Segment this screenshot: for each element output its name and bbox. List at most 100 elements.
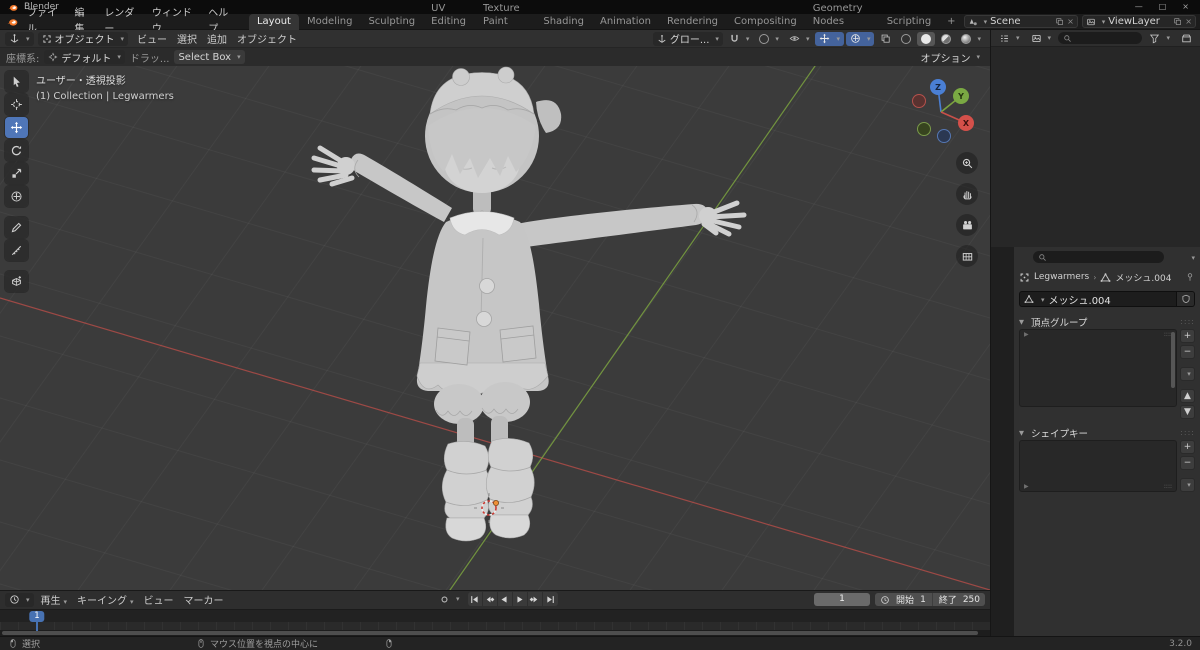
timeline-menu-3[interactable]: マーカー	[179, 592, 229, 607]
viewport-menu-3[interactable]: オブジェクト	[232, 31, 302, 46]
workspace-tab-uv-editing[interactable]: UV Editing	[423, 1, 475, 30]
end-frame-field[interactable]: 250	[963, 595, 980, 605]
auto-keying-button[interactable]	[435, 592, 464, 606]
outliner-filter-button[interactable]	[1145, 31, 1174, 45]
jump-to-end-button[interactable]	[543, 592, 558, 606]
tool-tweak-select-button[interactable]	[5, 71, 28, 92]
shape-key-specials-button[interactable]	[1180, 478, 1195, 492]
shading-solid-button[interactable]	[917, 31, 936, 46]
move-group-down-button[interactable]: ▼	[1180, 405, 1195, 419]
overlays-button[interactable]	[845, 31, 875, 46]
remove-viewlayer-icon[interactable]: ×	[1185, 17, 1192, 26]
scene-dropdown[interactable]	[981, 16, 988, 27]
minimize-button[interactable]: —	[1135, 0, 1143, 14]
workspace-tab-compositing[interactable]: Compositing	[726, 14, 805, 30]
mesh-name-field[interactable]: メッシュ.004	[1019, 291, 1177, 307]
xray-toggle[interactable]	[876, 32, 895, 46]
new-viewlayer-icon[interactable]	[1173, 17, 1182, 26]
maximize-button[interactable]: □	[1159, 0, 1167, 14]
new-collection-button[interactable]	[1177, 31, 1196, 45]
playhead[interactable]	[36, 622, 38, 631]
add-vertex-group-button[interactable]: +	[1180, 329, 1195, 343]
select-mode-dropdown[interactable]: Select Box	[174, 50, 245, 64]
prev-keyframe-button[interactable]	[483, 592, 498, 606]
proportional-editing-button[interactable]	[755, 32, 783, 46]
viewport-menu-2[interactable]: 追加	[202, 31, 232, 46]
perspective-toggle-button[interactable]	[956, 245, 978, 267]
outliner-search-input[interactable]	[1058, 32, 1143, 44]
viewport-menu-1[interactable]: 選択	[172, 31, 202, 46]
unlink-scene-icon[interactable]: ×	[1067, 17, 1074, 26]
workspace-tab-shading[interactable]: Shading	[535, 14, 592, 30]
vertex-groups-panel-header[interactable]: ▼ 頂点グループ ::::	[1019, 314, 1195, 329]
start-frame-field[interactable]: 1	[920, 595, 926, 605]
zoom-button[interactable]	[956, 152, 978, 174]
orientation-default-dropdown[interactable]: デフォルト	[44, 50, 125, 65]
breadcrumb-data[interactable]: メッシュ.004	[1115, 271, 1171, 284]
timeline-scrollbar[interactable]	[0, 630, 990, 636]
workspace-tab-animation[interactable]: Animation	[592, 14, 659, 30]
shape-keys-panel-header[interactable]: ▼ シェイプキー ::::	[1019, 425, 1195, 440]
navigation-gizmo[interactable]: Z Y X	[910, 74, 980, 147]
blender-menu-icon[interactable]	[6, 16, 19, 28]
snapping-button[interactable]	[725, 32, 754, 46]
tool-measure-button[interactable]	[5, 240, 28, 261]
editor-type-button[interactable]	[5, 31, 34, 46]
fake-user-button[interactable]	[1177, 291, 1195, 307]
play-reverse-button[interactable]	[498, 592, 513, 606]
viewlayer-selector[interactable]: ViewLayer ×	[1081, 15, 1196, 28]
workspace-tab-rendering[interactable]: Rendering	[659, 14, 726, 30]
workspace-tab-modeling[interactable]: Modeling	[299, 14, 361, 30]
play-button[interactable]	[513, 592, 528, 606]
view-object-types-button[interactable]	[785, 32, 814, 46]
options-button[interactable]: オプション	[916, 50, 984, 65]
scene-selector[interactable]: Scene ×	[963, 15, 1078, 28]
mode-selector[interactable]: オブジェクト	[37, 31, 129, 46]
workspace-tab-texture-paint[interactable]: Texture Paint	[475, 1, 535, 30]
pan-button[interactable]	[956, 183, 978, 205]
jump-to-start-button[interactable]	[468, 592, 483, 606]
move-group-up-button[interactable]: ▲	[1180, 389, 1195, 403]
outliner-display-mode-button[interactable]	[995, 31, 1024, 45]
camera-view-button[interactable]	[956, 214, 978, 236]
workspace-tab-geometry-nodes[interactable]: Geometry Nodes	[805, 1, 879, 30]
timeline-editor-type-button[interactable]	[5, 592, 34, 607]
outliner-filter-id-button[interactable]	[1027, 31, 1056, 45]
timeline-ruler[interactable]: 1	[0, 608, 990, 623]
add-workspace-button[interactable]: +	[939, 14, 963, 30]
timeline-channels[interactable]	[0, 622, 990, 630]
remove-vertex-group-button[interactable]: −	[1180, 345, 1195, 359]
next-keyframe-button[interactable]	[528, 592, 543, 606]
new-scene-icon[interactable]	[1055, 17, 1064, 26]
timeline-menu-1[interactable]: キーイング	[72, 592, 139, 607]
shading-material-button[interactable]	[937, 32, 955, 46]
vertex-group-specials-button[interactable]	[1180, 367, 1195, 381]
tool-transform-button[interactable]	[5, 186, 28, 207]
tool-move-button[interactable]	[5, 117, 28, 138]
tool-rotate-button[interactable]	[5, 140, 28, 161]
mesh-browse-dropdown[interactable]	[1038, 294, 1045, 305]
gizmos-button[interactable]	[815, 31, 844, 46]
add-shape-key-button[interactable]: +	[1180, 440, 1195, 454]
breadcrumb-object[interactable]: Legwarmers	[1034, 272, 1089, 282]
workspace-tab-layout[interactable]: Layout	[248, 13, 299, 30]
viewlayer-dropdown[interactable]	[1099, 16, 1106, 27]
workspace-tab-sculpting[interactable]: Sculpting	[360, 14, 423, 30]
vertex-groups-scrollbar[interactable]	[1171, 332, 1175, 388]
timeline-menu-2[interactable]: ビュー	[139, 592, 179, 607]
pin-icon[interactable]	[1185, 272, 1195, 282]
current-frame-field[interactable]: 1	[814, 593, 871, 607]
current-frame-badge[interactable]: 1	[29, 610, 45, 622]
remove-shape-key-button[interactable]: −	[1180, 456, 1195, 470]
properties-options-dropdown[interactable]	[1188, 252, 1195, 263]
viewport-menu-0[interactable]: ビュー	[132, 31, 172, 46]
tool-annotate-button[interactable]	[5, 217, 28, 238]
close-button[interactable]: ×	[1182, 0, 1189, 14]
timeline-menu-0[interactable]: 再生	[36, 592, 73, 607]
tool-scale-button[interactable]	[5, 163, 28, 184]
tool-add-cube-button[interactable]	[5, 271, 28, 292]
tool-cursor-button[interactable]	[5, 94, 28, 115]
transform-orientation-button[interactable]: グロー...	[652, 31, 723, 46]
shading-rendered-button[interactable]	[957, 32, 985, 46]
shading-wireframe-button[interactable]	[897, 32, 915, 46]
